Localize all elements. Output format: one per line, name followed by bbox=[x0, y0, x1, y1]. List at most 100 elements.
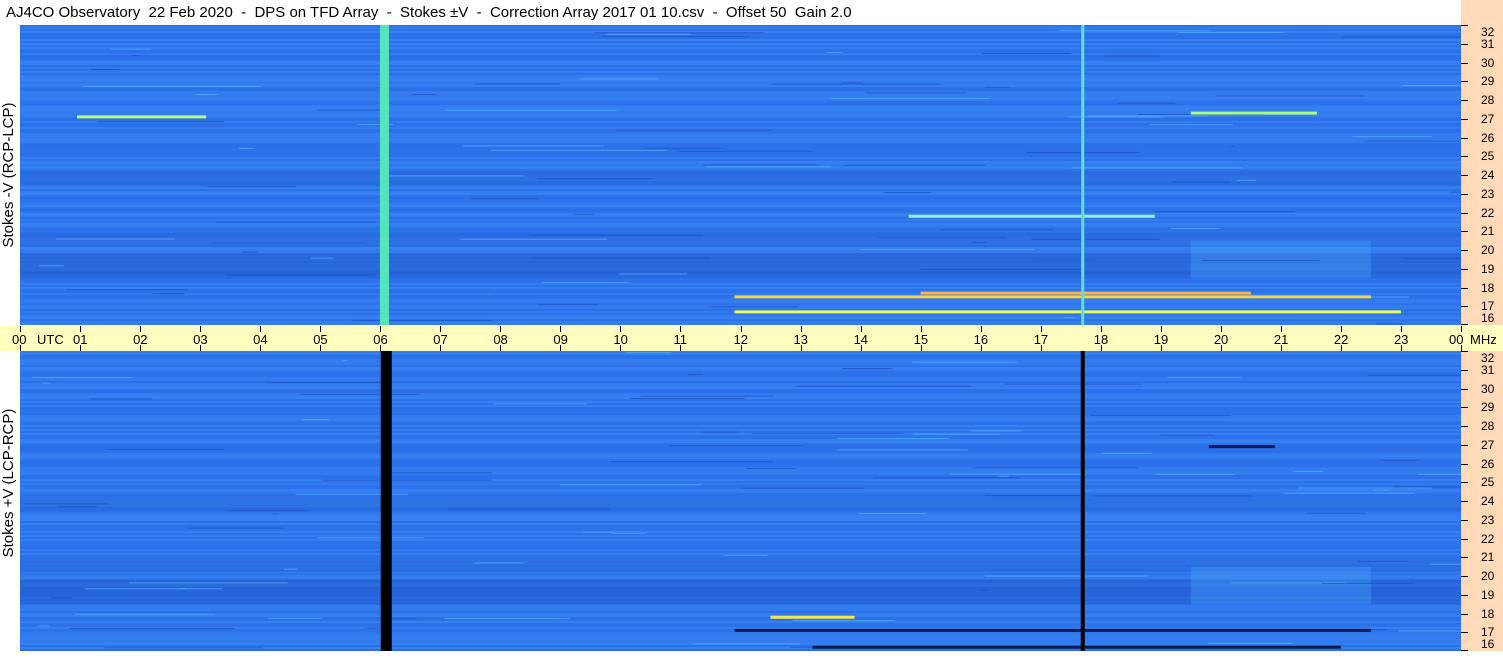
freq-tick-mark bbox=[1461, 324, 1468, 325]
y-axis-label-top: Stokes -V (RCP-LCP) bbox=[0, 102, 17, 248]
freq-tick-mark bbox=[1461, 388, 1468, 390]
vertical-feature bbox=[1080, 351, 1085, 651]
frequency-axis-bottom: 32 31 30 29 28 27 26 25 24 23 22 21 20 19 18 17 16 bbox=[1461, 351, 1503, 651]
time-tick-label: 17 bbox=[1033, 332, 1049, 347]
freq-tick-mark bbox=[1461, 62, 1468, 64]
freq-tick-mark bbox=[1461, 100, 1468, 101]
freq-tick-mark bbox=[1461, 250, 1468, 251]
time-tick-label: 07 bbox=[433, 332, 448, 347]
time-tick-label: 02 bbox=[133, 332, 148, 347]
time-tick-label: 11 bbox=[673, 332, 687, 347]
freq-tick-mark bbox=[1461, 306, 1468, 308]
time-tick-label: 23 bbox=[1393, 332, 1409, 347]
freq-tick-label: 16 bbox=[1481, 311, 1495, 325]
vertical-feature bbox=[1081, 25, 1085, 325]
freq-tick-label: 28 bbox=[1481, 419, 1495, 433]
freq-tick-mark bbox=[1461, 557, 1468, 559]
freq-tick-mark bbox=[1461, 231, 1468, 233]
freq-tick-label: 25 bbox=[1481, 475, 1495, 490]
freq-tick-mark bbox=[1461, 193, 1468, 195]
freq-tick-label: 29 bbox=[1481, 400, 1495, 415]
freq-tick-mark bbox=[1461, 426, 1468, 427]
spectrogram-top-svg bbox=[20, 25, 1461, 325]
freq-tick-label: 23 bbox=[1481, 512, 1495, 527]
freq-tick-label: 27 bbox=[1481, 111, 1495, 126]
spectrogram-rcp-lcp bbox=[20, 25, 1461, 325]
freq-tick-mark bbox=[1461, 268, 1468, 270]
time-axis: 00 01 02 03 04 05 06 07 08 09 10 11 12 13 14 15 16 17 18 19… bbox=[0, 326, 1503, 351]
freq-tick-label: 16 bbox=[1481, 637, 1495, 651]
freq-tick-label: 23 bbox=[1481, 186, 1495, 201]
vertical-feature bbox=[379, 25, 389, 325]
freq-tick-mark bbox=[1461, 81, 1468, 83]
freq-tick-mark bbox=[1461, 482, 1468, 484]
freq-tick-label: 31 bbox=[1481, 36, 1495, 51]
freq-tick-mark bbox=[1461, 118, 1468, 120]
time-tick-label: 20 bbox=[1213, 332, 1229, 347]
freq-unit-label: MHz bbox=[1470, 332, 1497, 347]
spectrogram-bottom-svg bbox=[20, 351, 1461, 651]
chart-title: AJ4CO Observatory 22 Feb 2020 - DPS on T… bbox=[6, 4, 852, 21]
freq-tick-mark bbox=[1461, 538, 1468, 540]
time-tick-label: 08 bbox=[493, 332, 508, 347]
freq-tick-mark bbox=[1461, 463, 1468, 465]
freq-tick-label: 29 bbox=[1481, 74, 1495, 89]
spectrogram-lcp-rcp bbox=[20, 351, 1461, 651]
freq-tick-label: 19 bbox=[1481, 261, 1495, 276]
freq-tick-mark bbox=[1461, 175, 1468, 176]
freq-tick-label: 19 bbox=[1481, 587, 1495, 602]
time-tick-label: 06 bbox=[373, 332, 388, 347]
freq-tick-mark bbox=[1461, 156, 1468, 158]
emission-streak bbox=[734, 310, 1401, 314]
texture-bands bbox=[20, 25, 1461, 325]
corner-strip bbox=[1461, 0, 1503, 25]
vertical-feature bbox=[380, 351, 392, 651]
freq-tick-mark bbox=[1461, 519, 1468, 521]
time-unit-label: UTC bbox=[37, 332, 64, 347]
time-tick-label: 03 bbox=[193, 332, 208, 347]
time-tick-label: 00 bbox=[1449, 332, 1464, 347]
emission-streak bbox=[734, 628, 1371, 632]
emission-streak bbox=[908, 214, 1155, 218]
emission-streak bbox=[770, 615, 855, 619]
freq-tick-mark bbox=[1461, 594, 1468, 596]
freq-tick-label: 21 bbox=[1481, 224, 1495, 239]
emission-streak bbox=[734, 295, 1371, 299]
freq-tick-mark bbox=[1461, 407, 1468, 409]
freq-tick-mark bbox=[1461, 212, 1468, 214]
time-tick-label: 10 bbox=[613, 332, 628, 347]
time-tick-label: 21 bbox=[1273, 332, 1289, 347]
freq-tick-label: 22 bbox=[1481, 531, 1495, 546]
freq-tick-mark bbox=[1461, 25, 1468, 26]
freq-tick-label: 30 bbox=[1481, 55, 1495, 70]
time-tick-label: 19 bbox=[1153, 332, 1169, 347]
freq-tick-label: 27 bbox=[1481, 437, 1495, 452]
time-tick-label: 14 bbox=[853, 332, 869, 347]
freq-tick-label: 28 bbox=[1481, 93, 1495, 107]
emission-streak bbox=[1208, 445, 1275, 449]
freq-tick-label: 26 bbox=[1481, 456, 1495, 471]
time-tick-label: 09 bbox=[553, 332, 568, 347]
freq-tick-label: 20 bbox=[1481, 243, 1495, 257]
time-tick-label: 05 bbox=[313, 332, 328, 347]
time-tick-label: 04 bbox=[253, 332, 268, 347]
emission-streak bbox=[1190, 111, 1317, 115]
freq-tick-mark bbox=[1461, 613, 1468, 615]
time-tick-label: 15 bbox=[913, 332, 929, 347]
time-tick-label: 16 bbox=[973, 332, 989, 347]
y-axis-label-bottom: Stokes +V (LCP-RCP) bbox=[0, 408, 17, 558]
freq-tick-label: 31 bbox=[1481, 362, 1495, 377]
freq-tick-mark bbox=[1461, 632, 1468, 634]
freq-tick-label: 24 bbox=[1481, 494, 1495, 508]
emission-streak bbox=[812, 645, 1341, 649]
freq-tick-label: 18 bbox=[1481, 280, 1495, 295]
emission-streak bbox=[920, 291, 1251, 295]
freq-tick-mark bbox=[1461, 43, 1468, 45]
freq-tick-label: 24 bbox=[1481, 168, 1495, 182]
freq-tick-label: 30 bbox=[1481, 381, 1495, 396]
time-tick-label: 18 bbox=[1093, 332, 1109, 347]
freq-tick-label: 18 bbox=[1481, 606, 1495, 621]
freq-tick-mark bbox=[1461, 444, 1468, 446]
time-tick-label: 01 bbox=[73, 332, 88, 347]
freq-tick-mark bbox=[1461, 501, 1468, 502]
